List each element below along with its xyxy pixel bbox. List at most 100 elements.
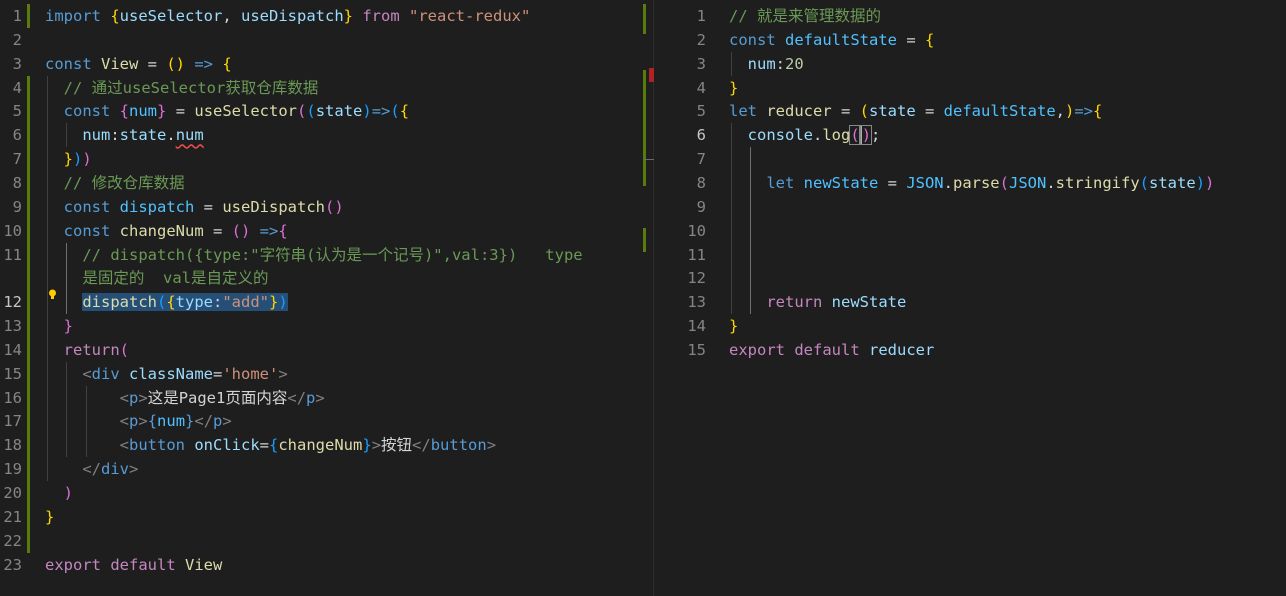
code-token: JSON bbox=[906, 173, 944, 192]
code-token: </ bbox=[287, 388, 307, 407]
code-token: reducer bbox=[766, 102, 832, 121]
code-token: useSelector bbox=[119, 7, 223, 25]
code-token: } bbox=[63, 317, 74, 336]
line-number: 4 bbox=[12, 78, 22, 97]
code-token: => bbox=[250, 221, 279, 240]
code-token: const bbox=[63, 197, 120, 216]
git-added-gutter bbox=[27, 75, 30, 553]
line-number: 8 bbox=[12, 173, 22, 192]
code-token: state bbox=[869, 102, 916, 121]
code-token: < bbox=[119, 436, 129, 455]
code-line[interactable]: 4} bbox=[654, 76, 1286, 100]
code-text: const {num} = useSelector((state)=>({ bbox=[45, 99, 409, 123]
code-token: </ bbox=[82, 460, 101, 479]
line-number: 7 bbox=[696, 150, 706, 169]
line-number: 9 bbox=[12, 197, 22, 216]
code-token: num bbox=[157, 412, 186, 431]
code-line[interactable]: 7 })) bbox=[0, 147, 641, 171]
code-token: View bbox=[185, 555, 223, 574]
code-token: = bbox=[896, 30, 925, 49]
code-text: dispatch({type:"add"}) bbox=[45, 290, 288, 314]
code-line[interactable]: 15 <div className='home'> bbox=[0, 362, 641, 386]
code-line[interactable]: 1 import {useSelector, useDispatch} from … bbox=[0, 4, 641, 28]
code-token: defaultState bbox=[943, 102, 1056, 121]
code-token: const bbox=[63, 102, 120, 121]
code-line[interactable]: 9 bbox=[654, 195, 1286, 219]
code-token: () bbox=[166, 54, 185, 73]
code-line[interactable]: 17 <p>{num}</p> bbox=[0, 409, 641, 433]
line-number: 13 bbox=[3, 317, 22, 336]
code-line[interactable]: 13 } bbox=[0, 314, 641, 338]
code-line[interactable]: 8 // 修改仓库数据 bbox=[0, 171, 641, 195]
code-line[interactable]: 5 let reducer = (state = defaultState,)=>… bbox=[654, 99, 1286, 123]
code-line[interactable]: 11 // dispatch({type:"字符串(认为是一个记号)",val:… bbox=[0, 243, 641, 267]
line-number: 17 bbox=[3, 412, 22, 431]
code-line[interactable]: 15 export default reducer bbox=[654, 338, 1286, 362]
code-token: < bbox=[119, 412, 129, 431]
code-text: // 通过useSelector获取仓库数据 bbox=[45, 76, 319, 100]
code-token: p bbox=[129, 412, 139, 431]
code-line[interactable]: 3 const View = () => { bbox=[0, 52, 641, 76]
code-line[interactable]: 3 num:20 bbox=[654, 52, 1286, 76]
code-token: => bbox=[185, 54, 223, 73]
code-line[interactable]: 10 bbox=[654, 219, 1286, 243]
code-text: } bbox=[45, 505, 54, 529]
lightbulb-icon[interactable] bbox=[48, 289, 57, 300]
code-text: } bbox=[729, 314, 738, 338]
left-code-editor[interactable]: 1 import {useSelector, useDispatch} from … bbox=[0, 0, 641, 596]
code-token: > bbox=[371, 436, 382, 455]
code-token: useDispatch bbox=[241, 7, 344, 25]
code-token: 这是Page1页面内容 bbox=[147, 388, 288, 407]
code-token: stringify bbox=[1055, 173, 1140, 192]
code-line[interactable]: 4 // 通过useSelector获取仓库数据 bbox=[0, 76, 641, 100]
code-token: ( bbox=[297, 102, 307, 121]
code-line[interactable]: 23 export default View bbox=[0, 553, 641, 577]
code-token: console bbox=[747, 126, 813, 145]
code-line[interactable]: 19 </div> bbox=[0, 457, 641, 481]
code-line[interactable]: 6 console.log(); bbox=[654, 123, 1286, 147]
code-line[interactable]: 6 num:state.num bbox=[0, 123, 641, 147]
code-line[interactable]: 7 bbox=[654, 147, 1286, 171]
code-token: > bbox=[129, 460, 139, 479]
code-line[interactable]: 1 // 就是来管理数据的 bbox=[654, 4, 1286, 28]
code-token: () bbox=[231, 221, 251, 240]
code-token: </ bbox=[412, 436, 431, 455]
code-line[interactable]: 13 return newState bbox=[654, 290, 1286, 314]
code-token: > bbox=[486, 436, 497, 455]
code-line[interactable]: 21} bbox=[0, 505, 641, 529]
code-line[interactable]: 9 const dispatch = useDispatch() bbox=[0, 195, 641, 219]
code-token: => bbox=[1074, 102, 1094, 121]
code-line[interactable]: 12 dispatch({type:"add"}) bbox=[0, 290, 641, 314]
code-line[interactable]: 14 return( bbox=[0, 338, 641, 362]
code-token: button bbox=[430, 436, 487, 455]
line-number: 18 bbox=[3, 436, 22, 455]
code-line[interactable]: 2 bbox=[0, 28, 641, 52]
code-line[interactable]: 18 <button onClick={changeNum}>按钮</butto… bbox=[0, 433, 641, 457]
code-line[interactable]: 16 <p>这是Page1页面内容</p> bbox=[0, 386, 641, 410]
code-line[interactable]: 11 bbox=[654, 243, 1286, 267]
code-token: default bbox=[785, 340, 869, 359]
code-token: ( bbox=[849, 125, 861, 146]
code-token: : bbox=[775, 54, 786, 73]
code-line[interactable]: 5 const {num} = useSelector((state)=>({ bbox=[0, 99, 641, 123]
line-number: 19 bbox=[3, 460, 22, 479]
code-line[interactable]: 14} bbox=[654, 314, 1286, 338]
indent-guide bbox=[86, 385, 87, 458]
code-token: { bbox=[222, 54, 232, 73]
line-number: 10 bbox=[3, 221, 22, 240]
code-token: ) bbox=[278, 293, 288, 312]
code-line[interactable]: 20 ) bbox=[0, 481, 641, 505]
right-code-editor[interactable]: 1// 就是来管理数据的 2 const defaultState = {3 num… bbox=[654, 0, 1286, 596]
code-line[interactable]: 22 bbox=[0, 529, 641, 553]
code-line[interactable]: 10 const changeNum = () =>{ bbox=[0, 219, 641, 243]
line-number: 10 bbox=[687, 221, 706, 240]
code-line[interactable]: 8 let newState = JSON.parse(JSON.stringi… bbox=[654, 171, 1286, 195]
code-line[interactable]: 12 bbox=[654, 266, 1286, 290]
code-text: const View = () => { bbox=[45, 52, 232, 76]
code-line[interactable]: 2 const defaultState = { bbox=[654, 28, 1286, 52]
code-line[interactable]: 是固定的 val是自定义的 bbox=[0, 266, 641, 290]
line-number: 1 bbox=[12, 7, 22, 25]
